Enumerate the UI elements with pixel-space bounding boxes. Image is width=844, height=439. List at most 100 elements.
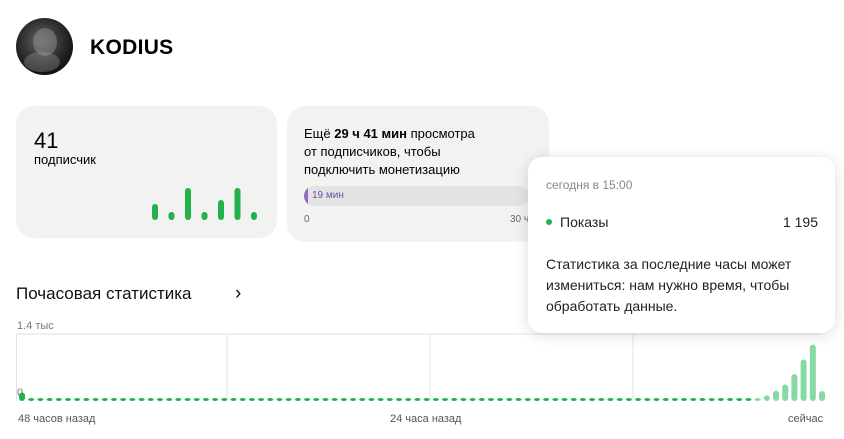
hourly-bar[interactable] [304, 398, 311, 401]
hourly-bar[interactable] [432, 398, 439, 401]
hourly-bar[interactable] [543, 398, 550, 401]
hourly-bar[interactable] [221, 398, 228, 401]
chevron-right-icon[interactable]: › [235, 283, 241, 305]
tooltip-metric: Показы [560, 214, 609, 230]
hourly-bar[interactable] [524, 398, 531, 401]
hourly-bar[interactable] [478, 398, 485, 401]
hourly-bar[interactable] [579, 398, 586, 401]
hourly-bar[interactable] [83, 398, 90, 401]
hourly-bar[interactable] [736, 398, 743, 401]
hourly-bar[interactable] [487, 398, 494, 401]
hourly-bar[interactable] [285, 398, 292, 401]
hourly-bar[interactable] [138, 398, 145, 401]
hourly-bar[interactable] [763, 395, 770, 401]
hourly-bar[interactable] [625, 398, 632, 401]
hourly-bar[interactable] [819, 391, 825, 401]
hourly-bar[interactable] [129, 398, 136, 401]
hourly-bar[interactable] [239, 398, 246, 401]
hourly-bar[interactable] [340, 398, 347, 401]
hourly-bar[interactable] [607, 398, 614, 401]
hourly-bar[interactable] [377, 398, 384, 401]
hourly-bar[interactable] [267, 398, 274, 401]
hourly-bar[interactable] [699, 398, 706, 401]
hourly-bar[interactable] [74, 398, 81, 401]
hourly-bar[interactable] [322, 398, 329, 401]
hourly-bar[interactable] [782, 384, 789, 402]
hourly-bar[interactable] [441, 398, 448, 401]
hourly-bar[interactable] [690, 398, 697, 401]
hourly-bar[interactable] [708, 398, 715, 401]
monetization-card[interactable]: Ещё 29 ч 41 мин просмотра от подписчиков… [287, 106, 549, 242]
hourly-bar[interactable] [202, 398, 209, 401]
hourly-bar[interactable] [773, 390, 780, 401]
hourly-bar[interactable] [386, 398, 393, 401]
hourly-bar[interactable] [644, 398, 651, 401]
hourly-bar[interactable] [294, 398, 301, 401]
subscribers-mini-chart [152, 188, 257, 220]
hourly-stats-title[interactable]: Почасовая статистика [16, 284, 192, 304]
hourly-bar[interactable] [147, 398, 154, 401]
hourly-bar[interactable] [414, 398, 421, 401]
hourly-bar[interactable] [791, 374, 798, 401]
hourly-bar[interactable] [681, 398, 688, 401]
hourly-bar[interactable] [497, 398, 504, 401]
hourly-bar[interactable] [120, 398, 127, 401]
hourly-bar[interactable] [552, 398, 559, 401]
hourly-bar[interactable] [396, 398, 403, 401]
hourly-bar[interactable] [230, 398, 237, 401]
hourly-bar[interactable] [671, 398, 678, 401]
hourly-bar[interactable] [469, 398, 476, 401]
hourly-bar[interactable] [589, 398, 596, 401]
hourly-bar[interactable] [46, 398, 53, 401]
monetization-progress-bar: 19 мин [304, 186, 529, 206]
hourly-bar[interactable] [570, 398, 577, 401]
progress-axis-min: 0 [304, 214, 310, 225]
channel-avatar[interactable] [16, 18, 73, 75]
hourly-bar[interactable] [276, 398, 283, 401]
hourly-bar[interactable] [166, 398, 173, 401]
hourly-bar[interactable] [451, 398, 458, 401]
hourly-bar[interactable] [745, 398, 752, 401]
hourly-bar[interactable] [754, 398, 761, 401]
hourly-bar[interactable] [55, 398, 62, 401]
hourly-bar[interactable] [184, 398, 191, 401]
hourly-bar[interactable] [727, 398, 734, 401]
hourly-bar[interactable] [800, 359, 807, 401]
hourly-bar[interactable] [635, 398, 642, 401]
hourly-bar[interactable] [258, 398, 265, 401]
hourly-bar[interactable] [248, 398, 255, 401]
hourly-bar[interactable] [92, 398, 99, 401]
hourly-bar[interactable] [809, 344, 816, 401]
hourly-bar[interactable] [19, 392, 25, 401]
channel-name[interactable]: KODIUS [90, 36, 173, 60]
hourly-bar[interactable] [598, 398, 605, 401]
hourly-bar[interactable] [359, 398, 366, 401]
hourly-bar[interactable] [423, 398, 430, 401]
hourly-bar[interactable] [212, 398, 219, 401]
hourly-bar[interactable] [405, 398, 412, 401]
hourly-bar[interactable] [193, 398, 200, 401]
hourly-bar[interactable] [717, 398, 724, 401]
hourly-bar[interactable] [561, 398, 568, 401]
hourly-bar[interactable] [28, 398, 35, 401]
hourly-bar[interactable] [37, 398, 44, 401]
hourly-bar[interactable] [460, 398, 467, 401]
hourly-bar[interactable] [101, 398, 108, 401]
hourly-bar[interactable] [662, 398, 669, 401]
hourly-bar[interactable] [368, 398, 375, 401]
hourly-bar[interactable] [533, 398, 540, 401]
hourly-bar-chart[interactable] [16, 333, 844, 403]
hourly-bar[interactable] [515, 398, 522, 401]
hourly-bar[interactable] [653, 398, 660, 401]
hourly-bar[interactable] [616, 398, 623, 401]
hourly-bar[interactable] [110, 398, 117, 401]
hourly-bar[interactable] [350, 398, 357, 401]
subscribers-card[interactable]: 41 подписчик [16, 106, 277, 238]
hourly-bar[interactable] [156, 398, 163, 401]
hourly-bar[interactable] [64, 398, 71, 401]
hourly-bar[interactable] [313, 398, 320, 401]
progress-axis-max: 30 ч [510, 214, 530, 225]
hourly-bar[interactable] [506, 398, 513, 401]
hourly-bar[interactable] [331, 398, 338, 401]
hourly-bar[interactable] [175, 398, 182, 401]
